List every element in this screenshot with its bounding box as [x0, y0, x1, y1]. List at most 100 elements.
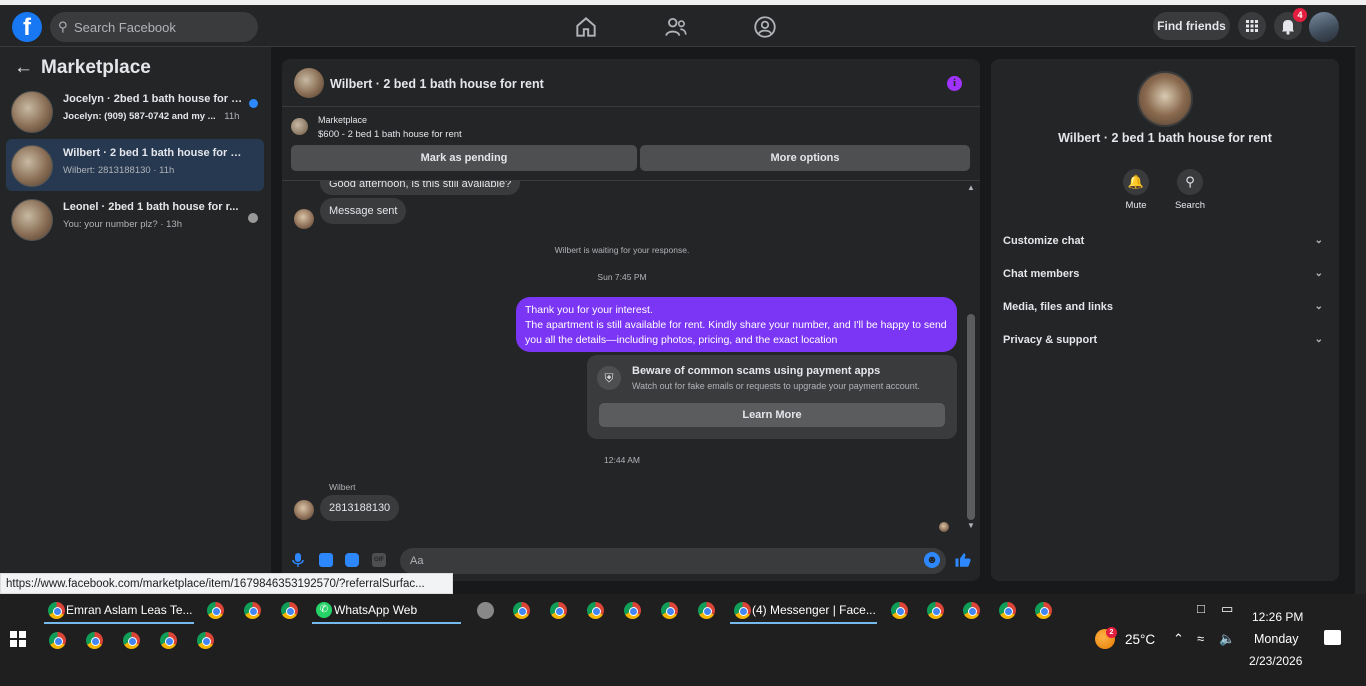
chrome-icon[interactable] [281, 602, 298, 619]
sticker-icon[interactable] [345, 553, 359, 567]
groups-icon[interactable] [752, 14, 778, 40]
clock-day[interactable]: Monday [1254, 632, 1298, 646]
chrome-icon[interactable] [550, 602, 567, 619]
profile-avatar[interactable] [1309, 12, 1339, 42]
customize-chat-section[interactable]: Customize chat ⌄ [1003, 229, 1327, 253]
friends-icon[interactable] [663, 14, 689, 40]
chevron-up-icon[interactable]: ⌃ [1173, 631, 1184, 647]
message-bubble-incoming: Good afternoon, is this still available? [320, 181, 521, 195]
more-options-button[interactable]: More options [640, 145, 970, 171]
chrome-icon[interactable] [661, 602, 678, 619]
search-label: Search [1174, 200, 1206, 211]
chat-panel: Wilbert · 2 bed 1 bath house for rent i … [282, 59, 980, 581]
scroll-up-icon[interactable]: ▲ [967, 183, 975, 192]
sender-avatar [294, 500, 314, 520]
chrome-icon[interactable] [244, 602, 261, 619]
clock-date[interactable]: 2/23/2026 [1249, 654, 1302, 668]
like-icon[interactable] [954, 551, 972, 569]
privacy-support-section[interactable]: Privacy & support ⌄ [1003, 328, 1327, 352]
search-icon: ⚲ [1177, 169, 1203, 195]
link-status-bar: https://www.facebook.com/marketplace/ite… [0, 573, 453, 594]
chrome-icon[interactable] [698, 602, 715, 619]
chrome-icon[interactable] [123, 632, 140, 649]
find-friends-button[interactable]: Find friends [1153, 12, 1230, 40]
temperature[interactable]: 25°C [1125, 632, 1155, 647]
sender-name: Wilbert [329, 482, 356, 492]
search-input[interactable] [74, 12, 254, 42]
battery-icon[interactable]: ▭ [1221, 601, 1233, 617]
search-box[interactable]: ⚲ [50, 12, 258, 42]
chrome-icon[interactable] [963, 602, 980, 619]
wifi-icon[interactable]: ≈ [1197, 631, 1204, 646]
chrome-icon[interactable] [999, 602, 1016, 619]
conversation-item-active[interactable]: Wilbert · 2 bed 1 bath house for rent Wi… [6, 139, 264, 191]
emoji-icon[interactable]: ☻ [924, 552, 940, 568]
chrome-icon[interactable] [513, 602, 530, 619]
chrome-icon[interactable] [86, 632, 103, 649]
chrome-icon[interactable] [587, 602, 604, 619]
conversation-item[interactable]: Jocelyn · 2bed 1 bath house for r... Joc… [6, 85, 264, 137]
listing-avatar[interactable] [1137, 71, 1193, 127]
gif-icon[interactable]: GIF [372, 553, 386, 567]
message-input[interactable] [400, 548, 946, 574]
chat-title[interactable]: Wilbert · 2 bed 1 bath house for rent [330, 77, 544, 91]
seen-avatar [248, 213, 258, 223]
scam-warning-card: ⛨ Beware of common scams using payment a… [587, 355, 957, 439]
bell-icon: 🔔 [1123, 169, 1149, 195]
chrome-icon[interactable] [1035, 602, 1052, 619]
message-bubble-incoming: 2813188130 [320, 495, 400, 521]
windows-start-icon[interactable] [10, 631, 26, 647]
whatsapp-icon: ✆ [316, 602, 332, 618]
taskbar-task[interactable]: Emran Aslam Leas Te... [44, 596, 194, 624]
chat-avatar[interactable] [294, 68, 324, 98]
mute-button[interactable]: 🔔 Mute [1106, 169, 1166, 211]
conversation-details-panel: Wilbert · 2 bed 1 bath house for rent 🔔 … [991, 59, 1339, 581]
weather-badge: 2 [1106, 627, 1117, 638]
search-chat-button[interactable]: ⚲ Search [1160, 169, 1220, 211]
page-scrollbar[interactable] [1355, 5, 1366, 594]
chrome-icon[interactable] [160, 632, 177, 649]
chrome-icon[interactable] [49, 632, 66, 649]
meet-now-icon[interactable]: □ [1197, 601, 1205, 616]
chrome-icon[interactable] [927, 602, 944, 619]
message-bubble-incoming: Message sent [320, 198, 407, 224]
facebook-logo[interactable]: f [12, 12, 42, 42]
marketplace-label: Marketplace [318, 115, 368, 125]
chrome-icon[interactable] [197, 632, 214, 649]
back-arrow-icon[interactable]: ← [14, 57, 33, 78]
listing-thumbnail [11, 199, 53, 241]
chrome-icon[interactable] [624, 602, 641, 619]
microphone-icon[interactable] [292, 553, 304, 567]
conversation-item[interactable]: Leonel · 2bed 1 bath house for r... You:… [6, 193, 264, 245]
notification-center-icon[interactable] [1324, 630, 1341, 645]
scroll-down-icon[interactable]: ▼ [967, 521, 975, 530]
message-line: Thank you for your interest. [525, 304, 653, 316]
home-icon[interactable] [573, 14, 599, 40]
info-icon[interactable]: i [947, 76, 962, 91]
app-icon[interactable] [477, 602, 494, 619]
chat-members-section[interactable]: Chat members ⌄ [1003, 262, 1327, 286]
search-icon: ⚲ [58, 19, 68, 34]
message-scrollbar[interactable]: ▲ ▼ [964, 181, 978, 539]
listing-thumbnail[interactable] [291, 118, 308, 135]
listing-title[interactable]: $600 - 2 bed 1 bath house for rent [318, 129, 462, 140]
mark-as-pending-button[interactable]: Mark as pending [291, 145, 637, 171]
taskbar-task-active[interactable]: (4) Messenger | Face... [730, 596, 877, 624]
timestamp: 12:44 AM [604, 455, 640, 465]
photo-icon[interactable] [319, 553, 333, 567]
sender-avatar [294, 209, 314, 229]
sidebar-header: ← Marketplace [14, 57, 151, 79]
learn-more-button[interactable]: Learn More [599, 403, 945, 427]
scroll-thumb[interactable] [967, 314, 975, 520]
taskbar-task[interactable]: ✆ WhatsApp Web [312, 596, 461, 624]
chrome-icon[interactable] [891, 602, 908, 619]
clock-time[interactable]: 12:26 PM [1252, 610, 1303, 624]
unread-dot [249, 99, 258, 108]
menu-grid-button[interactable] [1238, 12, 1266, 40]
scam-warning-title: Beware of common scams using payment app… [632, 365, 881, 377]
speaker-icon[interactable]: 🔈 [1219, 631, 1235, 647]
media-files-links-section[interactable]: Media, files and links ⌄ [1003, 295, 1327, 319]
message-bubble-outgoing: Thank you for your interest. The apartme… [516, 297, 957, 352]
marketplace-sidebar: ← Marketplace Jocelyn · 2bed 1 bath house… [0, 47, 271, 594]
chrome-icon[interactable] [207, 602, 224, 619]
